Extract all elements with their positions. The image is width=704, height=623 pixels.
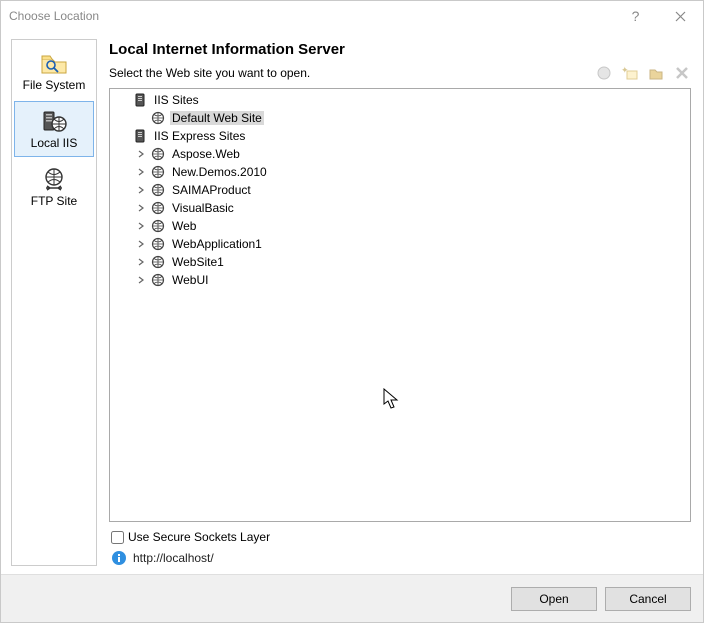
tree-node-label: SAIMAProduct [170, 183, 253, 197]
cancel-button[interactable]: Cancel [605, 587, 691, 611]
toolbar: ✦ [595, 64, 691, 82]
globe-icon [150, 200, 166, 216]
globe-icon [150, 182, 166, 198]
new-virtual-dir-icon[interactable]: ✦ [621, 64, 639, 82]
tree-node-label: Aspose.Web [170, 147, 242, 161]
url-row: http://localhost/ [111, 550, 691, 566]
location-sidebar: File System Local IIS [11, 39, 97, 566]
expand-chevron-icon[interactable] [134, 219, 148, 233]
content-pane: Local Internet Information Server Select… [101, 31, 703, 574]
globe-icon [150, 236, 166, 252]
tree-node-label: IIS Sites [152, 93, 201, 107]
globe-icon [150, 272, 166, 288]
ssl-checkbox-row[interactable]: Use Secure Sockets Layer [111, 530, 691, 544]
open-button[interactable]: Open [511, 587, 597, 611]
tree-node-label: Default Web Site [170, 111, 264, 125]
dialog-footer: Open Cancel [1, 574, 703, 622]
new-application-icon[interactable] [595, 64, 613, 82]
window-title: Choose Location [9, 9, 99, 23]
globe-icon [150, 218, 166, 234]
globe-icon [150, 110, 166, 126]
expand-chevron-icon[interactable] [134, 165, 148, 179]
expand-chevron-icon[interactable] [134, 273, 148, 287]
tree-node-site[interactable]: New.Demos.2010 [110, 163, 690, 181]
sidebar-item-label: FTP Site [31, 194, 77, 208]
globe-icon [150, 254, 166, 270]
tree-node-label: WebSite1 [170, 255, 226, 269]
delete-icon[interactable] [673, 64, 691, 82]
close-button[interactable] [658, 1, 703, 31]
sidebar-item-label: Local IIS [31, 136, 78, 150]
info-icon [111, 550, 127, 566]
tree-node-site[interactable]: WebUI [110, 271, 690, 289]
globe-icon [150, 164, 166, 180]
tree-node-site[interactable]: WebApplication1 [110, 235, 690, 253]
ssl-checkbox[interactable] [111, 531, 124, 544]
sidebar-item-label: File System [23, 78, 86, 92]
url-text: http://localhost/ [133, 551, 214, 565]
server-icon [132, 128, 148, 144]
expand-chevron-icon[interactable] [134, 183, 148, 197]
tree-node-site[interactable]: VisualBasic [110, 199, 690, 217]
sidebar-item-file-system[interactable]: File System [14, 43, 94, 99]
tree-node-label: WebUI [170, 273, 210, 287]
site-tree[interactable]: IIS Sites Default Web Site IIS Express Sit… [109, 88, 691, 522]
tree-node-label: WebApplication1 [170, 237, 264, 251]
help-button[interactable]: ? [613, 1, 658, 31]
tree-node-site[interactable]: SAIMAProduct [110, 181, 690, 199]
tree-node-site[interactable]: Web [110, 217, 690, 235]
open-folder-icon[interactable] [647, 64, 665, 82]
expand-chevron-icon[interactable] [134, 255, 148, 269]
tree-node-iis-sites[interactable]: IIS Sites [110, 91, 690, 109]
choose-location-dialog: Choose Location ? [0, 0, 704, 623]
tree-node-site[interactable]: Aspose.Web [110, 145, 690, 163]
folder-search-icon [38, 50, 70, 76]
ssl-checkbox-label: Use Secure Sockets Layer [128, 530, 270, 544]
titlebar: Choose Location ? [1, 1, 703, 31]
expand-chevron-icon[interactable] [134, 147, 148, 161]
globe-icon [150, 146, 166, 162]
page-title: Local Internet Information Server [109, 41, 691, 58]
tree-node-label: IIS Express Sites [152, 129, 247, 143]
ftp-globe-icon [38, 166, 70, 192]
page-subtitle: Select the Web site you want to open. [109, 66, 310, 80]
tree-node-label: VisualBasic [170, 201, 236, 215]
server-globe-icon [38, 108, 70, 134]
tree-node-site[interactable]: WebSite1 [110, 253, 690, 271]
tree-node-site[interactable]: Default Web Site [110, 109, 690, 127]
server-icon [132, 92, 148, 108]
tree-node-iis-express-sites[interactable]: IIS Express Sites [110, 127, 690, 145]
expand-chevron-icon[interactable] [134, 201, 148, 215]
tree-node-label: Web [170, 219, 198, 233]
tree-node-label: New.Demos.2010 [170, 165, 269, 179]
sidebar-item-ftp-site[interactable]: FTP Site [14, 159, 94, 215]
expand-chevron-icon[interactable] [134, 237, 148, 251]
sidebar-item-local-iis[interactable]: Local IIS [14, 101, 94, 157]
